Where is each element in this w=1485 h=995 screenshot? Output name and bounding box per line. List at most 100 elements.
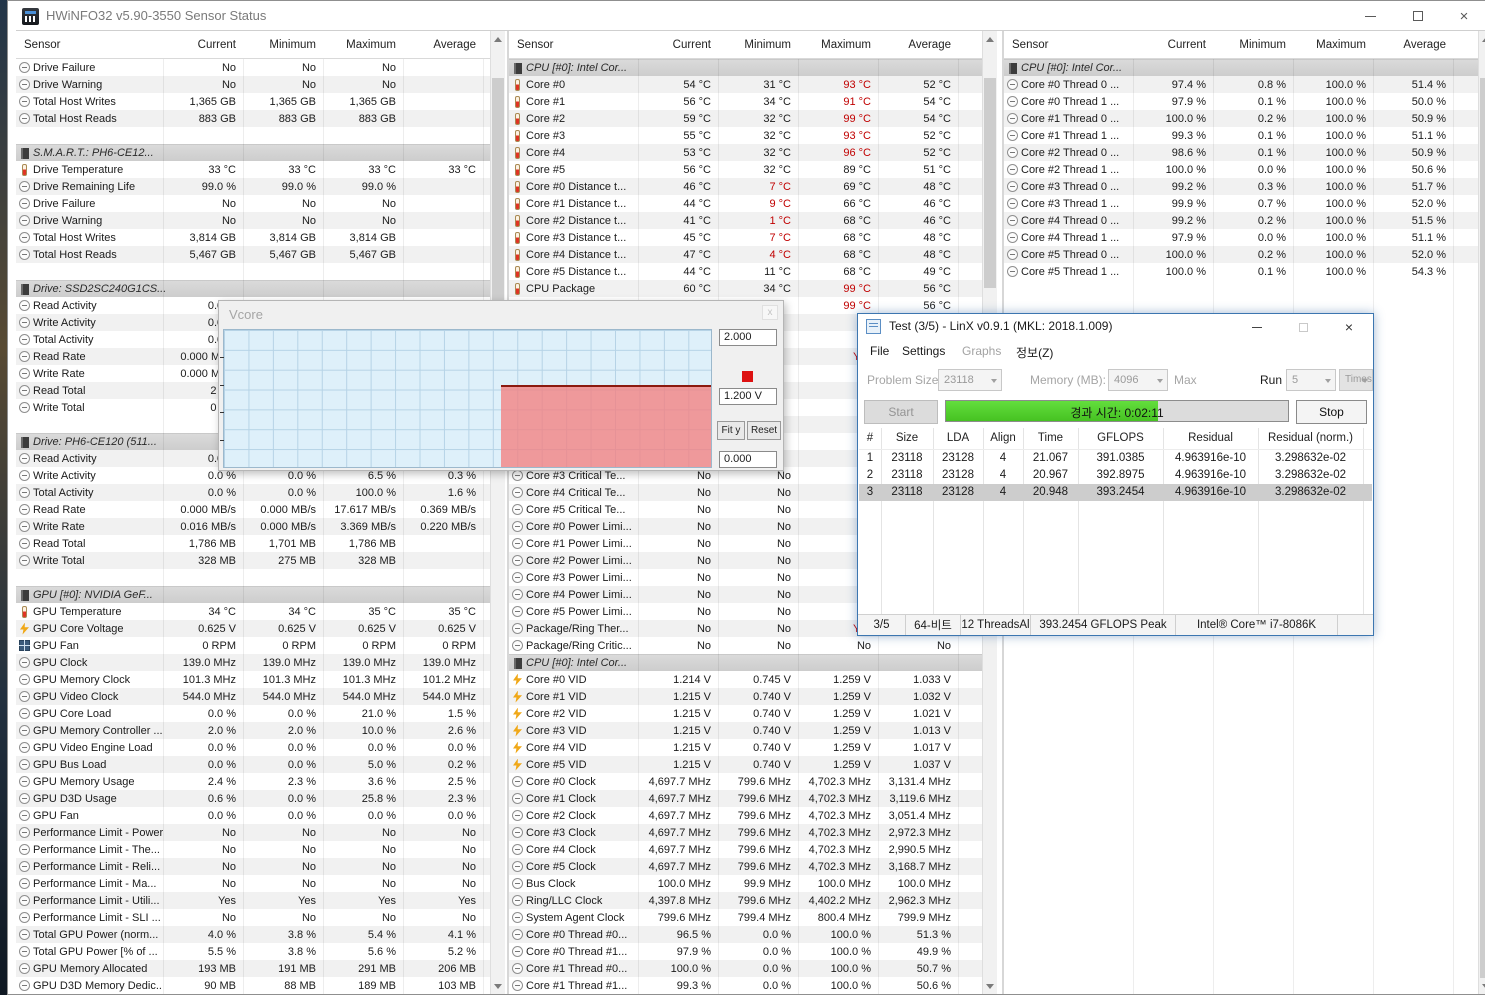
- column-header-average[interactable]: Average: [403, 39, 483, 51]
- scroll-down-button[interactable]: [983, 978, 997, 994]
- vcore-graph-plot[interactable]: [220, 329, 712, 468]
- sensor-row[interactable]: GPU Fan 0 RPM 0 RPM 0 RPM 0 RPM: [16, 637, 505, 654]
- menu-item-settings[interactable]: Settings: [902, 344, 945, 358]
- popup-close-button[interactable]: x: [762, 305, 778, 320]
- sensor-row[interactable]: Core #2 59 °C 32 °C 99 °C 54 °C: [509, 110, 997, 127]
- sensor-row[interactable]: GPU D3D Usage 0.6 % 0.0 % 25.8 % 2.3 %: [16, 790, 505, 807]
- sensor-row[interactable]: Core #1 Thread 0 ... 100.0 % 0.2 % 100.0 % 5…: [1004, 110, 1485, 127]
- sensor-row[interactable]: Core #4 53 °C 32 °C 96 °C 52 °C: [509, 144, 997, 161]
- sensor-row[interactable]: Core #1 Thread #0... 100.0 % 0.0 % 100.0 % 5…: [509, 960, 997, 977]
- section-header-row[interactable]: CPU [#0]: Intel Cor...: [509, 59, 997, 76]
- result-row[interactable]: 2 23118 23128 4 20.967 392.8975 4.963916e-10 3.…: [859, 467, 1372, 484]
- sensor-row[interactable]: Core #4 Thread 0 ... 99.2 % 0.2 % 100.0 % 51…: [1004, 212, 1485, 229]
- fit-y-button[interactable]: Fit y: [717, 421, 745, 440]
- sensor-row[interactable]: Read Total 1,786 MB 1,701 MB 1,786 MB: [16, 535, 505, 552]
- column-header-sensor[interactable]: Sensor: [509, 39, 638, 51]
- sensor-row[interactable]: GPU Bus Load 0.0 % 0.0 % 5.0 % 0.2 %: [16, 756, 505, 773]
- sensor-row[interactable]: Ring/LLC Clock 4,397.8 MHz 799.6 MHz 4,402.…: [509, 892, 997, 909]
- run-select[interactable]: 5: [1286, 369, 1336, 391]
- column-header-average[interactable]: Average: [878, 39, 958, 51]
- close-button[interactable]: ×: [1441, 1, 1485, 31]
- sensor-row[interactable]: Package/Ring Critic... No No No No: [509, 637, 997, 654]
- sensor-row[interactable]: GPU Memory Usage 2.4 % 2.3 % 3.6 % 2.5 %: [16, 773, 505, 790]
- sensor-row[interactable]: Core #0 Thread #1... 97.9 % 0.0 % 100.0 % 49…: [509, 943, 997, 960]
- sensor-row[interactable]: Core #0 Distance t... 46 °C 7 °C 69 °C 48 °C: [509, 178, 997, 195]
- reset-button[interactable]: Reset: [747, 421, 781, 440]
- sensor-row[interactable]: Total Activity 0.0 % 0.0 % 100.0 % 1.6 %: [16, 484, 505, 501]
- sensor-row[interactable]: Drive Remaining Life 99.0 % 99.0 % 99.0 %: [16, 178, 505, 195]
- sensor-row[interactable]: GPU Core Voltage 0.625 V 0.625 V 0.625 V 0.6…: [16, 620, 505, 637]
- sensor-row[interactable]: Read Rate 0.000 MB/s 0.000 MB/s 17.617 MB/s…: [16, 501, 505, 518]
- column-header-average[interactable]: Average: [1373, 39, 1453, 51]
- column-header-minimum[interactable]: Minimum: [243, 39, 323, 51]
- sensor-row[interactable]: Total GPU Power (norm... 4.0 % 3.8 % 5.4 % 4…: [16, 926, 505, 943]
- series-color-swatch[interactable]: [742, 371, 753, 382]
- sensor-row[interactable]: Total Host Writes 3,814 GB 3,814 GB 3,814 G…: [16, 229, 505, 246]
- column-header-maximum[interactable]: Maximum: [1293, 39, 1373, 51]
- sensor-row[interactable]: CPU Package 60 °C 34 °C 99 °C 56 °C: [509, 280, 997, 297]
- sensor-row[interactable]: Bus Clock 100.0 MHz 99.9 MHz 100.0 MHz 100.0…: [509, 875, 997, 892]
- y-max-input[interactable]: 2.000: [719, 329, 777, 346]
- sensor-row[interactable]: Core #3 VID 1.215 V 0.740 V 1.259 V 1.013 V: [509, 722, 997, 739]
- sensor-row[interactable]: Core #5 VID 1.215 V 0.740 V 1.259 V 1.037 V: [509, 756, 997, 773]
- sensor-row[interactable]: Core #0 VID 1.214 V 0.745 V 1.259 V 1.033 V: [509, 671, 997, 688]
- sensor-row[interactable]: Core #5 56 °C 32 °C 89 °C 51 °C: [509, 161, 997, 178]
- maximize-button[interactable]: [1395, 1, 1441, 31]
- scrollbar-thumb[interactable]: [984, 78, 996, 288]
- scrollbar-thumb[interactable]: [1480, 78, 1485, 978]
- times-select[interactable]: Times: [1339, 369, 1373, 391]
- sensor-row[interactable]: GPU Temperature 34 °C 34 °C 35 °C 35 °C: [16, 603, 505, 620]
- sensor-row[interactable]: Core #0 54 °C 31 °C 93 °C 52 °C: [509, 76, 997, 93]
- sensor-row[interactable]: Core #2 Distance t... 41 °C 1 °C 68 °C 46 °C: [509, 212, 997, 229]
- scroll-up-button[interactable]: [983, 31, 997, 47]
- scroll-down-button[interactable]: [1479, 978, 1485, 994]
- sensor-row[interactable]: Core #5 Thread 1 ... 100.0 % 0.1 % 100.0 % 5…: [1004, 263, 1485, 280]
- sensor-row[interactable]: GPU D3D Memory Dedic... 90 MB 88 MB 189 MB 1…: [16, 977, 505, 994]
- sensor-row[interactable]: GPU Memory Allocated 193 MB 191 MB 291 MB 20…: [16, 960, 505, 977]
- sensor-row[interactable]: Performance Limit - Utili... Yes Yes Yes Yes: [16, 892, 505, 909]
- sensor-row[interactable]: Core #3 Thread 0 ... 99.2 % 0.3 % 100.0 % 51…: [1004, 178, 1485, 195]
- column-header-current[interactable]: Current: [638, 39, 718, 51]
- sensor-row[interactable]: Drive Warning No No No: [16, 212, 505, 229]
- table-header-cell[interactable]: Residual (norm.): [1251, 432, 1371, 444]
- scroll-up-button[interactable]: [1479, 31, 1485, 47]
- result-row[interactable]: 3 23118 23128 4 20.948 393.2454 4.963916e-10 3.…: [859, 484, 1372, 501]
- sensor-row[interactable]: Total Host Reads 883 GB 883 GB 883 GB: [16, 110, 505, 127]
- sensor-row[interactable]: Write Rate 0.016 MB/s 0.000 MB/s 3.369 MB/s…: [16, 518, 505, 535]
- sensor-row[interactable]: GPU Video Clock 544.0 MHz 544.0 MHz 544.0 M…: [16, 688, 505, 705]
- sensor-row[interactable]: Core #4 Distance t... 47 °C 4 °C 68 °C 48 °C: [509, 246, 997, 263]
- sensor-row[interactable]: Core #5 Thread 0 ... 100.0 % 0.2 % 100.0 % 5…: [1004, 246, 1485, 263]
- sensor-row[interactable]: Drive Failure No No No: [16, 195, 505, 212]
- sensor-row[interactable]: GPU Clock 139.0 MHz 139.0 MHz 139.0 MHz 139.…: [16, 654, 505, 671]
- sensor-row[interactable]: Write Total 328 MB 275 MB 328 MB: [16, 552, 505, 569]
- linx-close-button[interactable]: ×: [1332, 314, 1366, 340]
- column-header-maximum[interactable]: Maximum: [323, 39, 403, 51]
- sensor-row[interactable]: Core #3 Distance t... 45 °C 7 °C 68 °C 48 °C: [509, 229, 997, 246]
- column-header-current[interactable]: Current: [163, 39, 243, 51]
- result-row[interactable]: 1 23118 23128 4 21.067 391.0385 4.963916e-10 3.…: [859, 450, 1372, 467]
- sensor-row[interactable]: GPU Memory Controller ... 2.0 % 2.0 % 10.0 …: [16, 722, 505, 739]
- sensor-row[interactable]: Core #1 56 °C 34 °C 91 °C 54 °C: [509, 93, 997, 110]
- sensor-row[interactable]: Drive Temperature 33 °C 33 °C 33 °C 33 °C: [16, 161, 505, 178]
- scroll-up-button[interactable]: [491, 31, 505, 47]
- sensor-row[interactable]: Total Host Reads 5,467 GB 5,467 GB 5,467 GB: [16, 246, 505, 263]
- problem-size-select[interactable]: 23118: [938, 369, 1002, 391]
- column-header-sensor[interactable]: Sensor: [1004, 39, 1133, 51]
- sensor-row[interactable]: Core #3 Clock 4,697.7 MHz 799.6 MHz 4,702.3…: [509, 824, 997, 841]
- sensor-row[interactable]: GPU Core Load 0.0 % 0.0 % 21.0 % 1.5 %: [16, 705, 505, 722]
- sensor-row[interactable]: Core #0 Thread #0... 96.5 % 0.0 % 100.0 % 51…: [509, 926, 997, 943]
- sensor-row[interactable]: Core #1 Thread 1 ... 99.3 % 0.1 % 100.0 % 51…: [1004, 127, 1485, 144]
- sensor-row[interactable]: Performance Limit - SLI ... No No No No: [16, 909, 505, 926]
- sensor-row[interactable]: Core #2 Thread 0 ... 98.6 % 0.1 % 100.0 % 50…: [1004, 144, 1485, 161]
- sensor-row[interactable]: Core #0 Thread 0 ... 97.4 % 0.8 % 100.0 % 51…: [1004, 76, 1485, 93]
- section-header-row[interactable]: CPU [#0]: Intel Cor...: [509, 654, 997, 671]
- sensor-row[interactable]: Core #4 Thread 1 ... 97.9 % 0.0 % 100.0 % 51…: [1004, 229, 1485, 246]
- column-header-minimum[interactable]: Minimum: [718, 39, 798, 51]
- sensor-row[interactable]: Core #2 Clock 4,697.7 MHz 799.6 MHz 4,702.3…: [509, 807, 997, 824]
- stop-button[interactable]: Stop: [1296, 400, 1367, 424]
- vertical-scrollbar[interactable]: [1478, 31, 1485, 994]
- sensor-row[interactable]: Core #5 Distance t... 44 °C 11 °C 68 °C 49 °…: [509, 263, 997, 280]
- sensor-row[interactable]: Core #2 Thread 1 ... 100.0 % 0.0 % 100.0 % 5…: [1004, 161, 1485, 178]
- sensor-row[interactable]: Performance Limit - Power No No No No: [16, 824, 505, 841]
- sensor-row[interactable]: Core #1 Thread #1... 99.3 % 0.0 % 100.0 % 50…: [509, 977, 997, 994]
